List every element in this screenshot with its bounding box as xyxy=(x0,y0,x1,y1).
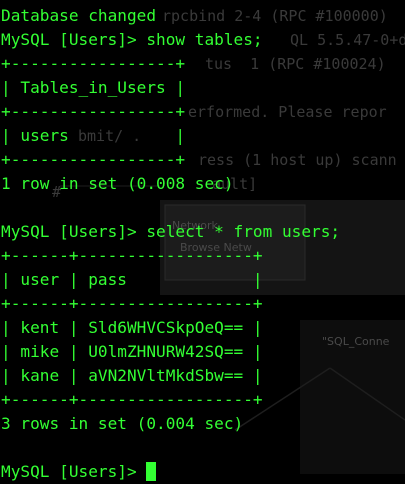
terminal-prompt: MySQL [Users]> xyxy=(1,462,147,481)
terminal-line: MySQL [Users]> show tables; xyxy=(1,30,263,49)
terminal-line: +-----------------+ xyxy=(1,150,186,169)
terminal-output[interactable]: Database changed MySQL [Users]> show tabl… xyxy=(1,4,340,484)
terminal-line: | kent | Sld6WHVCSkpOeQ== | xyxy=(1,318,263,337)
terminal-line: 3 rows in set (0.004 sec) xyxy=(1,414,244,433)
terminal-line: MySQL [Users]> select * from users; xyxy=(1,222,341,241)
terminal-line: | users | xyxy=(1,126,186,145)
terminal-line: +------+------------------+ xyxy=(1,294,263,313)
terminal-prompt-line[interactable]: MySQL [Users]> xyxy=(1,460,340,484)
background-shape-line xyxy=(329,367,405,421)
terminal-line: | mike | U0lmZHNURW42SQ== | xyxy=(1,342,263,361)
terminal-line: +-----------------+ xyxy=(1,54,186,73)
terminal-line: | user | pass | xyxy=(1,270,263,289)
terminal-line: Database changed xyxy=(1,6,157,25)
terminal-cursor[interactable] xyxy=(146,462,157,481)
terminal-line: +-----------------+ xyxy=(1,102,186,121)
terminal-line: +------+------------------+ xyxy=(1,246,263,265)
terminal-line: | kane | aVN2NVltMkdSbw== | xyxy=(1,366,263,385)
terminal-line: | Tables_in_Users | xyxy=(1,78,186,97)
terminal-line: +------+------------------+ xyxy=(1,390,263,409)
terminal-line: 1 row in set (0.008 sec) xyxy=(1,174,234,193)
